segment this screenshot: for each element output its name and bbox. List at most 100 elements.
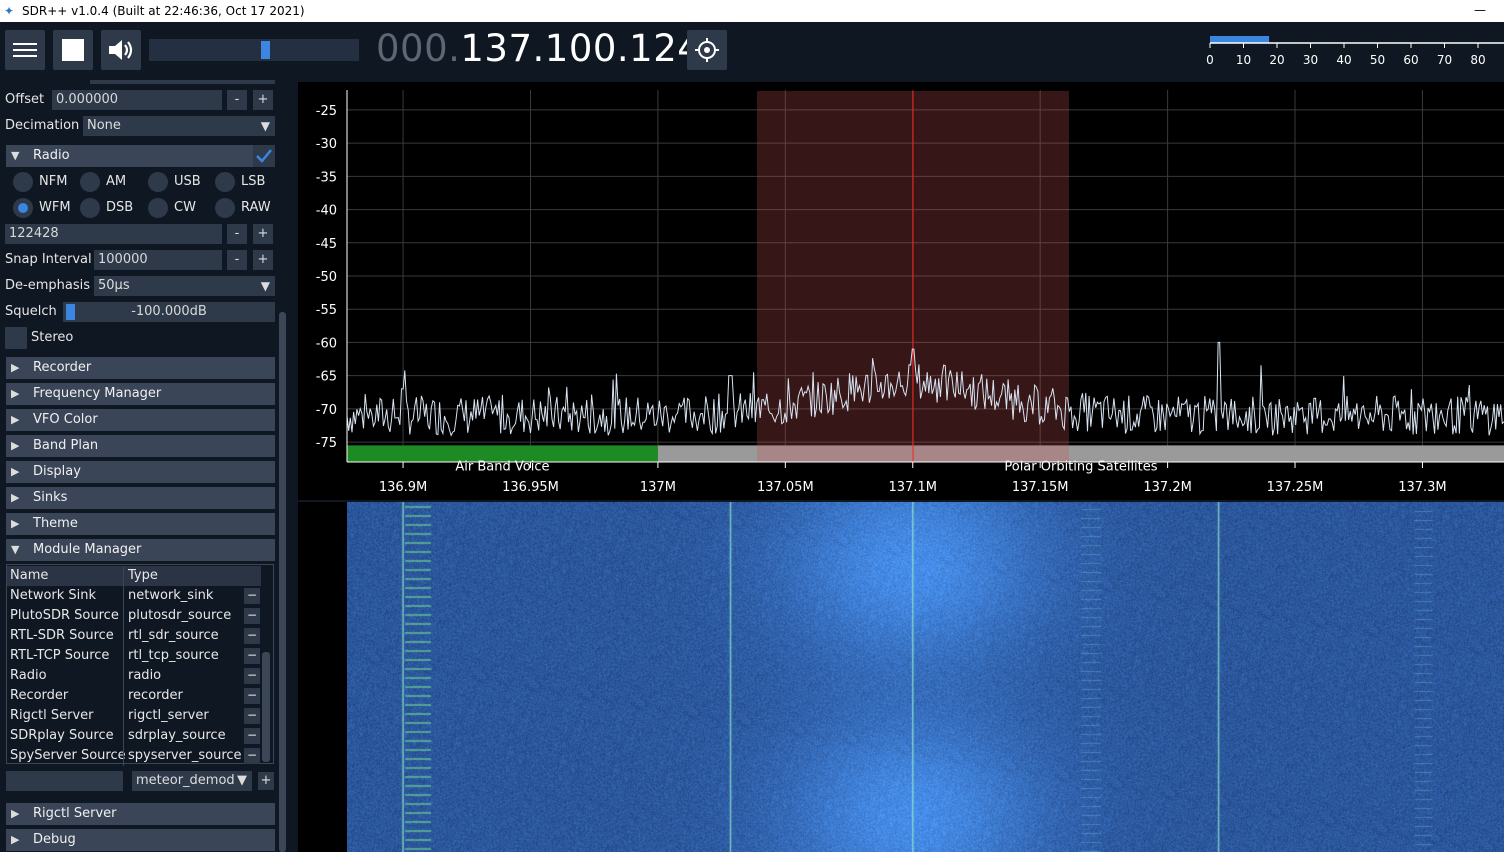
new-module-type-select[interactable]: meteor_demod ▼ <box>132 771 252 791</box>
column-separator <box>123 706 124 726</box>
delete-module-button[interactable]: − <box>244 688 260 704</box>
section-label: Rigctl Server <box>33 806 117 821</box>
snap-plus-button[interactable]: + <box>253 250 273 270</box>
y-tick-label: -70 <box>316 403 337 418</box>
snap-minus-button[interactable]: - <box>227 250 247 270</box>
column-separator <box>123 646 124 666</box>
frequency-dim-digits[interactable]: 000. <box>376 27 460 70</box>
bandwidth-plus-button[interactable]: + <box>253 224 273 244</box>
section-header-display[interactable]: ▶ Display <box>6 461 275 483</box>
snr-tick-label: 50 <box>1370 53 1385 67</box>
triangle-right-icon: ▶ <box>11 465 20 478</box>
triangle-right-icon: ▶ <box>11 833 20 846</box>
snr-tick-label: 10 <box>1236 53 1251 67</box>
fft-panel[interactable]: -25 -30 -35 -40 -45 -50 -55 -60 -65 -70 -75 136.9M 1… <box>298 82 1504 500</box>
stereo-checkbox[interactable] <box>5 327 27 349</box>
x-tick-label: 137.05M <box>757 480 814 495</box>
module-manager-header[interactable]: ▼ Module Manager <box>6 539 275 561</box>
section-header-theme[interactable]: ▶ Theme <box>6 513 275 535</box>
mode-radio-usb[interactable] <box>148 172 168 192</box>
fft-spectrum-chart[interactable]: -25 -30 -35 -40 -45 -50 -55 -60 -65 -70 -75 136.9M 1… <box>298 82 1504 500</box>
mode-radio-dsb[interactable] <box>80 198 100 218</box>
section-header-vfo-color[interactable]: ▶ VFO Color <box>6 409 275 431</box>
add-module-button[interactable]: + <box>258 772 274 790</box>
delete-module-button[interactable]: − <box>244 728 260 744</box>
snr-tick-label: 80 <box>1470 53 1485 67</box>
offset-input[interactable]: 0.000000 <box>52 90 222 110</box>
center-tuning-button[interactable] <box>687 30 727 70</box>
table-row: RTL-TCP Source rtl_tcp_source − <box>7 646 265 666</box>
squelch-slider[interactable]: -100.000dB <box>63 302 275 322</box>
mode-radio-am[interactable] <box>80 172 100 192</box>
module-table: Name Type Network Sink network_sink − Pluto… <box>6 564 274 766</box>
delete-module-button[interactable]: − <box>244 608 260 624</box>
column-separator <box>123 586 124 606</box>
minimize-button[interactable]: — <box>1474 3 1486 17</box>
module-type-cell: rigctl_server <box>128 708 209 723</box>
module-name-cell: Network Sink <box>10 588 97 603</box>
radio-header-label: Radio <box>33 148 70 163</box>
sidebar-scrollbar[interactable] <box>279 312 286 852</box>
deemphasis-label: De-emphasis <box>5 278 90 293</box>
new-module-name-input[interactable] <box>6 771 123 791</box>
mode-radio-lsb[interactable] <box>215 172 235 192</box>
frequency-digits[interactable]: 137.100.124 <box>460 27 701 70</box>
section-header-rigctl-server[interactable]: ▶ Rigctl Server <box>6 803 275 825</box>
module-type-cell: rtl_sdr_source <box>128 628 219 643</box>
y-tick-label: -50 <box>316 270 337 285</box>
section-header-debug[interactable]: ▶ Debug <box>6 829 275 851</box>
delete-module-button[interactable]: − <box>244 748 260 764</box>
delete-module-button[interactable]: − <box>244 648 260 664</box>
deemphasis-select[interactable]: 50µs ▼ <box>94 276 275 296</box>
waterfall-display[interactable] <box>347 502 1504 852</box>
speaker-icon <box>109 40 133 60</box>
module-name-cell: Radio <box>10 668 47 683</box>
menu-button[interactable] <box>5 30 45 70</box>
section-header-recorder[interactable]: ▶ Recorder <box>6 357 275 379</box>
mute-button[interactable] <box>101 30 141 70</box>
delete-module-button[interactable]: − <box>244 628 260 644</box>
snr-tick-label: 40 <box>1336 53 1351 67</box>
squelch-slider-handle[interactable] <box>66 304 75 320</box>
mode-radio-nfm[interactable] <box>13 172 33 192</box>
module-type-cell: spyserver_source <box>128 748 242 763</box>
y-tick-label: -35 <box>316 170 337 185</box>
waterfall-panel[interactable] <box>298 502 1504 852</box>
mode-radio-raw[interactable] <box>215 198 235 218</box>
frequency-display[interactable]: 000.137.100.124 <box>376 27 701 70</box>
radio-section-header[interactable]: ▼ Radio <box>6 145 256 167</box>
decimation-value: None <box>87 118 121 133</box>
section-header-band-plan[interactable]: ▶ Band Plan <box>6 435 275 457</box>
bandwidth-minus-button[interactable]: - <box>227 224 247 244</box>
table-row: PlutoSDR Source plutosdr_source − <box>7 606 265 626</box>
section-label: VFO Color <box>33 412 98 427</box>
bandwidth-input[interactable]: 122428 <box>5 224 222 244</box>
volume-slider-handle[interactable] <box>261 41 270 59</box>
offset-minus-button[interactable]: - <box>227 90 247 110</box>
module-name-cell: RTL-TCP Source <box>10 648 110 663</box>
volume-slider[interactable] <box>149 39 359 61</box>
delete-module-button[interactable]: − <box>244 668 260 684</box>
section-label: Debug <box>33 832 76 847</box>
triangle-down-icon: ▼ <box>11 543 20 556</box>
radio-enable-checkbox[interactable] <box>253 145 275 167</box>
delete-module-button[interactable]: − <box>244 588 260 604</box>
module-type-cell: network_sink <box>128 588 214 603</box>
section-header-frequency-manager[interactable]: ▶ Frequency Manager <box>6 383 275 405</box>
section-header-sinks[interactable]: ▶ Sinks <box>6 487 275 509</box>
triangle-right-icon: ▶ <box>11 517 20 530</box>
module-name-cell: SDRplay Source <box>10 728 114 743</box>
module-name-cell: RTL-SDR Source <box>10 628 114 643</box>
mode-radio-wfm[interactable] <box>13 198 33 218</box>
stop-button[interactable] <box>53 30 93 70</box>
snap-interval-input[interactable]: 100000 <box>94 250 222 270</box>
module-table-scrollbar[interactable] <box>262 652 270 762</box>
delete-module-button[interactable]: − <box>244 708 260 724</box>
module-type-cell: plutosdr_source <box>128 608 232 623</box>
mode-radio-cw[interactable] <box>148 198 168 218</box>
triangle-right-icon: ▶ <box>11 807 20 820</box>
x-tick-label: 137.1M <box>889 480 937 495</box>
decimation-select[interactable]: None ▼ <box>83 116 275 136</box>
offset-plus-button[interactable]: + <box>253 90 273 110</box>
column-separator <box>123 626 124 646</box>
